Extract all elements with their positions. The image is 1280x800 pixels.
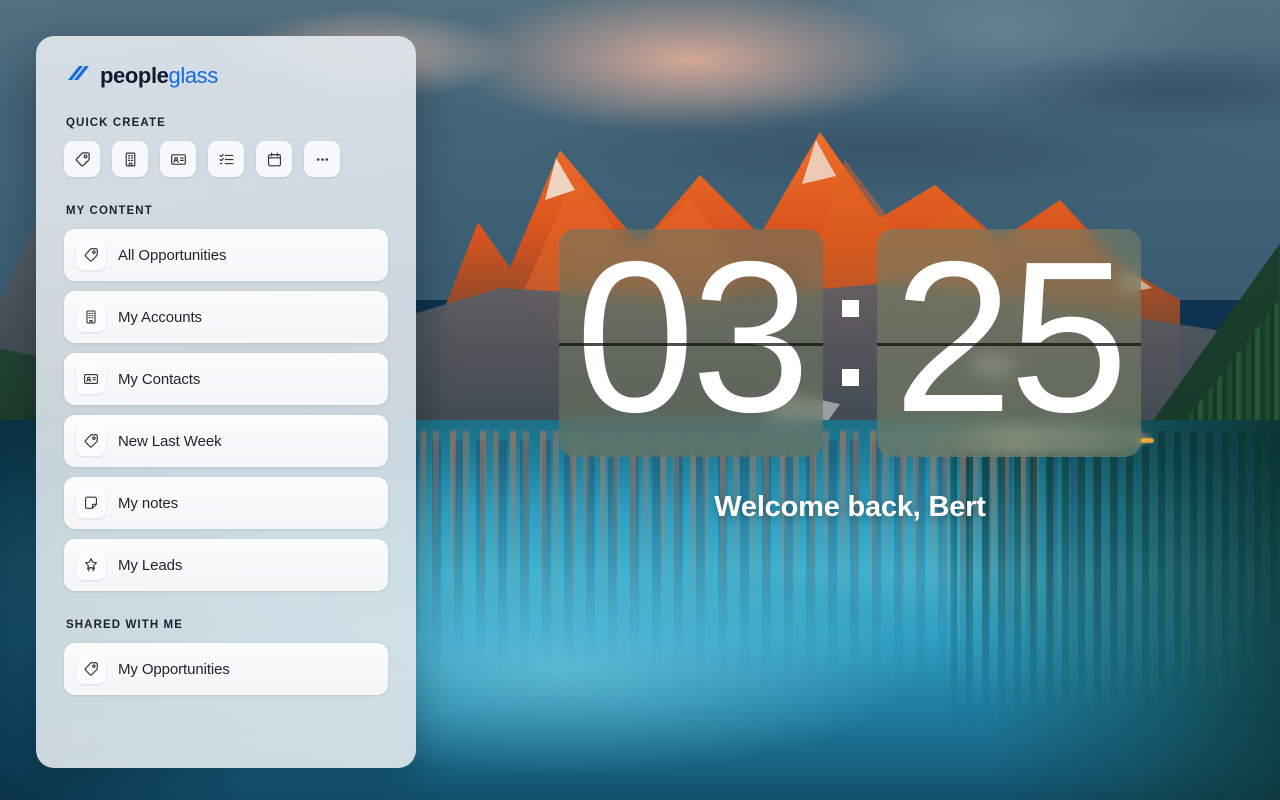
tag-icon (74, 151, 91, 168)
sidebar-item-new-last-week[interactable]: New Last Week (64, 415, 388, 467)
my-content-list: All Opportunities My Accounts My Contact… (64, 229, 388, 591)
quick-create-toolbar (64, 141, 388, 177)
contact-card-icon (76, 364, 106, 394)
clock-minutes-value: 25 (893, 228, 1128, 457)
shared-with-me-list: My Opportunities (64, 643, 388, 695)
logo-text-people: people (100, 62, 169, 88)
clock-minutes-card: 25 (877, 228, 1141, 457)
sidebar-item-my-accounts[interactable]: My Accounts (64, 291, 388, 343)
lead-star-icon (76, 550, 106, 580)
tag-icon (76, 426, 106, 456)
quick-create-event[interactable] (256, 141, 292, 177)
peopleglass-logo-icon (66, 64, 92, 87)
sidebar-panel: peopleglass QUICK CREATE MY CONTENT All … (36, 36, 416, 768)
logo-text-glass: glass (168, 62, 219, 88)
quick-create-heading: QUICK CREATE (66, 117, 166, 129)
sidebar-item-all-opportunities[interactable]: All Opportunities (64, 229, 388, 281)
my-content-heading: MY CONTENT (66, 205, 153, 217)
tag-icon (76, 240, 106, 270)
sidebar-item-my-notes[interactable]: My notes (64, 477, 388, 529)
sidebar-item-label: My Opportunities (118, 660, 230, 678)
tag-icon (76, 654, 106, 684)
flip-clock: 03 25 (559, 228, 1141, 457)
flip-split-line (877, 342, 1141, 346)
building-icon (76, 302, 106, 332)
clock-widget-area: 03 25 Welcome back, Bert (420, 0, 1280, 800)
sidebar-item-label: My Accounts (118, 308, 202, 326)
sidebar-item-label: All Opportunities (118, 246, 227, 264)
colon-dot-bottom (841, 368, 859, 386)
clock-hours-value: 03 (575, 228, 810, 457)
sidebar-item-my-contacts[interactable]: My Contacts (64, 353, 388, 405)
app-logo[interactable]: peopleglass (66, 64, 388, 87)
clock-separator (823, 229, 877, 457)
sidebar-item-label: My Leads (118, 556, 183, 574)
quick-create-task[interactable] (208, 141, 244, 177)
flip-split-line (559, 342, 823, 346)
colon-dot-top (841, 299, 859, 317)
clock-hours-card: 03 (559, 228, 823, 457)
calendar-icon (266, 151, 283, 168)
sticky-note-icon (76, 488, 106, 518)
quick-create-account[interactable] (112, 141, 148, 177)
quick-create-opportunity[interactable] (64, 141, 100, 177)
sidebar-item-my-leads[interactable]: My Leads (64, 539, 388, 591)
quick-create-more[interactable] (304, 141, 340, 177)
greeting-text: Welcome back, Bert (714, 490, 986, 523)
shared-with-me-heading: SHARED WITH ME (66, 619, 183, 631)
ellipsis-icon (314, 151, 331, 168)
contact-card-icon (170, 151, 187, 168)
sidebar-item-label: My Contacts (118, 370, 201, 388)
sidebar-item-label: My notes (118, 494, 179, 512)
building-icon (122, 151, 139, 168)
sidebar-item-label: New Last Week (118, 432, 222, 450)
task-list-icon (218, 151, 235, 168)
quick-create-contact[interactable] (160, 141, 196, 177)
sidebar-item-my-opportunities[interactable]: My Opportunities (64, 643, 388, 695)
